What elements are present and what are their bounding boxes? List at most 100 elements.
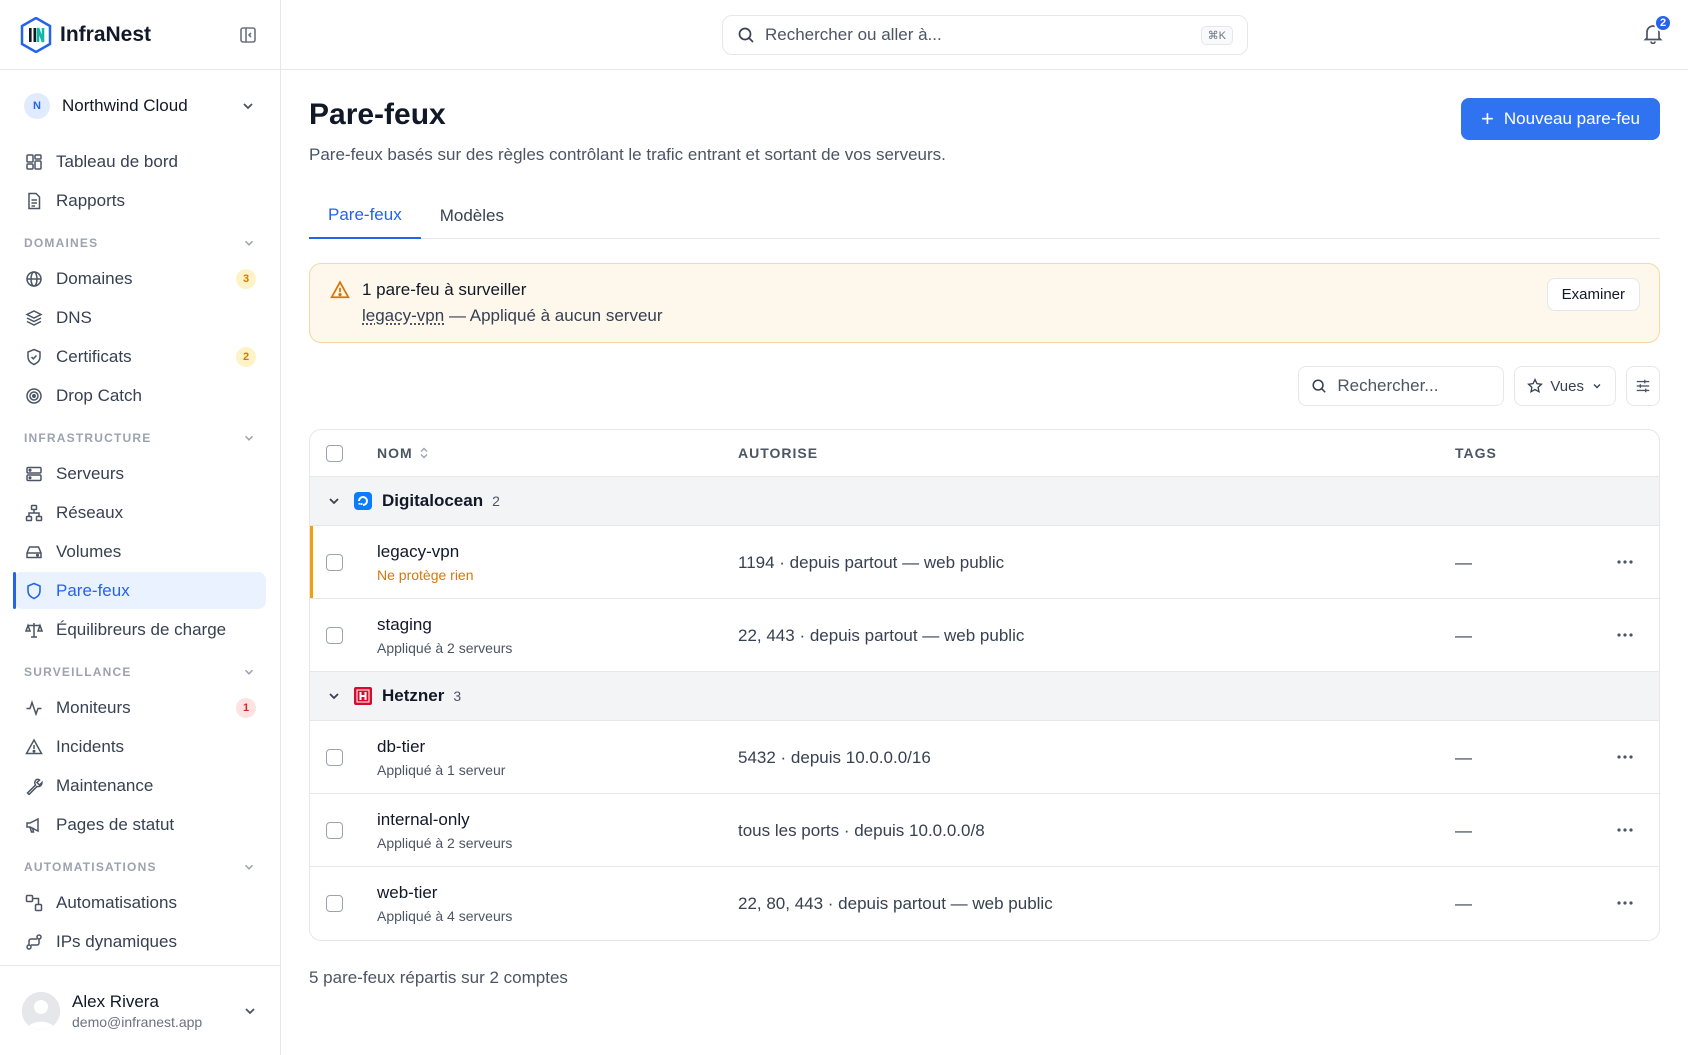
tab-templates[interactable]: Modèles — [421, 192, 523, 239]
topbar: Rechercher ou aller à... ⌘K 2 — [281, 0, 1688, 70]
brand: InfraNest — [0, 0, 280, 70]
global-search-input[interactable]: Rechercher ou aller à... ⌘K — [722, 15, 1248, 55]
new-firewall-label: Nouveau pare-feu — [1503, 109, 1640, 128]
org-switcher[interactable]: N Northwind Cloud — [0, 70, 280, 142]
sidebar: InfraNest N Northwind Cloud Tableau de b… — [0, 0, 281, 1055]
nav-label: Serveurs — [56, 463, 125, 483]
group-row-digitalocean[interactable]: Digitalocean 2 — [310, 477, 1659, 526]
nav-item-dashboard[interactable]: Tableau de bord — [14, 143, 266, 180]
review-button[interactable]: Examiner — [1546, 278, 1640, 311]
firewall-name[interactable]: internal-only — [377, 810, 470, 830]
nav-item-dynamic-ips[interactable]: IPs dynamiques — [14, 923, 266, 960]
layers-icon — [24, 308, 44, 328]
plus-icon: + — [1481, 106, 1494, 131]
nav-item-servers[interactable]: Serveurs — [14, 455, 266, 492]
nav-item-maintenance[interactable]: Maintenance — [14, 767, 266, 804]
page-title: Pare-feux — [309, 98, 446, 131]
nav-item-status-pages[interactable]: Pages de statut — [14, 806, 266, 843]
nav-item-reports[interactable]: Rapports — [14, 182, 266, 219]
tab-firewalls[interactable]: Pare-feux — [309, 192, 421, 239]
group-row-hetzner[interactable]: Hetzner 3 — [310, 672, 1659, 721]
digitalocean-logo-icon — [354, 492, 372, 510]
section-header-domaines[interactable]: DOMAINES — [0, 227, 280, 259]
firewalls-table: NOM AUTORISE TAGS Digitalocean 2 legacy-v… — [309, 429, 1660, 941]
avatar — [22, 991, 60, 1030]
nav-item-drop-catch[interactable]: Drop Catch — [14, 377, 266, 414]
chevron-down-icon — [240, 98, 256, 114]
select-all-checkbox[interactable] — [326, 445, 343, 462]
alert-firewall-link[interactable]: legacy-vpn — [362, 306, 444, 325]
nav-item-volumes[interactable]: Volumes — [14, 533, 266, 570]
more-actions-icon[interactable] — [1613, 747, 1637, 767]
table-row[interactable]: internal-only Appliqué à 2 serveurs tous… — [310, 794, 1659, 867]
nav-item-monitors[interactable]: Moniteurs 1 — [14, 689, 266, 726]
group-label: Digitalocean — [382, 491, 484, 510]
report-icon — [24, 191, 44, 211]
org-name: Northwind Cloud — [62, 96, 188, 115]
firewall-name[interactable]: staging — [377, 615, 432, 635]
nav-item-dns[interactable]: DNS — [14, 299, 266, 336]
section-title: INFRASTRUCTURE — [24, 431, 152, 445]
column-settings-button[interactable] — [1626, 366, 1660, 406]
network-icon — [24, 503, 44, 523]
firewall-tags: — — [1455, 748, 1472, 767]
dashboard-icon — [24, 152, 44, 172]
chevron-down-icon — [242, 665, 256, 679]
chevron-down-icon — [242, 1003, 258, 1019]
row-checkbox[interactable] — [326, 627, 343, 644]
table-row[interactable]: legacy-vpn Ne protège rien 1194 · depuis… — [310, 526, 1659, 599]
alert-detail: legacy-vpn — Appliqué à aucun serveur — [362, 306, 663, 326]
nav-label: Tableau de bord — [56, 151, 178, 171]
table-filters: Rechercher... Vues — [1298, 366, 1660, 406]
new-firewall-button[interactable]: + Nouveau pare-feu — [1461, 98, 1660, 140]
column-header-tags: TAGS — [1455, 445, 1497, 461]
activity-icon — [24, 698, 44, 718]
firewall-name[interactable]: db-tier — [377, 737, 425, 757]
nav-item-certificates[interactable]: Certificats 2 — [14, 338, 266, 375]
table-search-placeholder: Rechercher... — [1337, 376, 1439, 395]
shortcut-hint: ⌘K — [1200, 25, 1233, 45]
more-actions-icon[interactable] — [1613, 625, 1637, 645]
user-menu[interactable]: Alex Rivera demo@infranest.app — [0, 965, 280, 1055]
sort-icon — [419, 447, 429, 459]
nav-item-firewalls[interactable]: Pare-feux — [14, 572, 266, 609]
firewall-name[interactable]: web-tier — [377, 883, 437, 903]
group-name: Hetzner 3 — [382, 686, 461, 706]
section-header-automatisations[interactable]: AUTOMATISATIONS — [0, 851, 280, 883]
section-header-surveillance[interactable]: SURVEILLANCE — [0, 656, 280, 688]
section-header-infrastructure[interactable]: INFRASTRUCTURE — [0, 422, 280, 454]
collapse-sidebar-icon[interactable] — [236, 23, 260, 47]
views-dropdown[interactable]: Vues — [1514, 366, 1616, 406]
shield-check-icon — [24, 347, 44, 367]
table-row[interactable]: web-tier Appliqué à 4 serveurs 22, 80, 4… — [310, 867, 1659, 940]
nav-item-incidents[interactable]: Incidents — [14, 728, 266, 765]
row-checkbox[interactable] — [326, 554, 343, 571]
nav-label: IPs dynamiques — [56, 931, 177, 951]
group-name: Digitalocean 2 — [382, 491, 500, 511]
warning-icon — [330, 280, 350, 300]
more-actions-icon[interactable] — [1613, 893, 1637, 913]
dynamic-ip-icon — [24, 932, 44, 952]
notifications-button[interactable]: 2 — [1642, 14, 1672, 48]
table-row[interactable]: staging Appliqué à 2 serveurs 22, 443 · … — [310, 599, 1659, 672]
table-row[interactable]: db-tier Appliqué à 1 serveur 5432 · depu… — [310, 721, 1659, 794]
more-actions-icon[interactable] — [1613, 552, 1637, 572]
table-search-input[interactable]: Rechercher... — [1298, 366, 1505, 406]
search-icon — [737, 26, 755, 44]
row-checkbox[interactable] — [326, 895, 343, 912]
nav-item-networks[interactable]: Réseaux — [14, 494, 266, 531]
firewall-tags: — — [1455, 821, 1472, 840]
column-header-allowed: AUTORISE — [738, 445, 819, 461]
more-actions-icon[interactable] — [1613, 820, 1637, 840]
column-header-name[interactable]: NOM — [377, 445, 429, 461]
nav-label: Réseaux — [56, 502, 124, 522]
group-count: 2 — [492, 493, 500, 509]
tabs: Pare-feux Modèles — [309, 192, 1660, 239]
row-checkbox[interactable] — [326, 822, 343, 839]
firewall-name[interactable]: legacy-vpn — [377, 542, 459, 562]
nav-item-automations[interactable]: Automatisations — [14, 884, 266, 921]
nav-item-load-balancers[interactable]: Équilibreurs de charge — [14, 611, 266, 648]
row-checkbox[interactable] — [326, 749, 343, 766]
firewall-allowed: 22, 443 · depuis partout — web public — [738, 626, 1025, 645]
nav-item-domains[interactable]: Domaines 3 — [14, 260, 266, 297]
